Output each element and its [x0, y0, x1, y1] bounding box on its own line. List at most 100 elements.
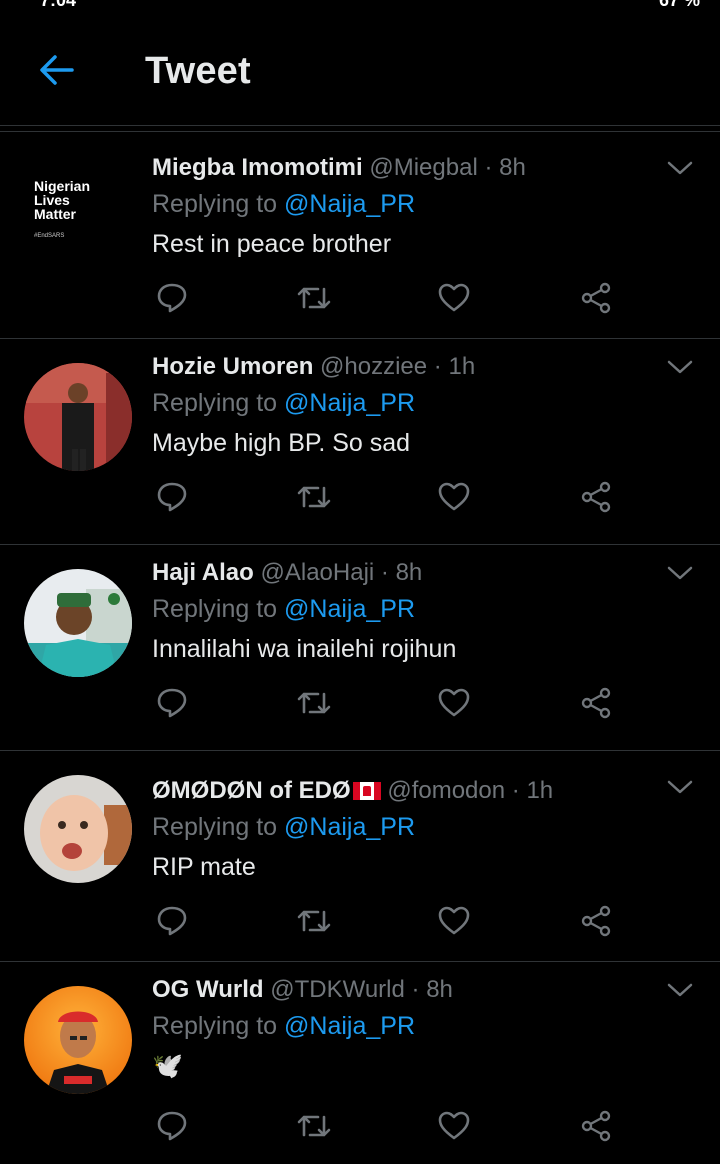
tweet-row[interactable]: Nigerian Lives Matter #EndSARS Miegba Im… — [0, 132, 720, 339]
avatar[interactable]: Nigerian Lives Matter #EndSARS — [24, 176, 124, 246]
share-icon — [581, 282, 611, 314]
divider — [0, 125, 720, 126]
tweet-time: 8h — [426, 976, 453, 1003]
author-handle[interactable]: @Miegbal — [369, 154, 477, 181]
share-icon — [581, 687, 611, 719]
canada-flag-icon — [352, 782, 381, 800]
reply-button[interactable] — [152, 1108, 192, 1144]
reply-icon — [157, 688, 187, 718]
tweet-actions — [152, 685, 632, 721]
heart-icon — [438, 283, 470, 312]
separator-dot: · — [433, 353, 442, 380]
separator-dot: · — [484, 154, 493, 181]
reply-button[interactable] — [152, 479, 192, 515]
replying-to-label: Replying to — [152, 389, 278, 417]
tweet-row[interactable]: Hozie Umoren @hozziee · 1h Replying to @… — [0, 339, 720, 545]
replying-to: Replying to @Naija_PR — [152, 389, 415, 418]
tweet-text: 🕊️ — [152, 1052, 184, 1080]
chevron-down-icon[interactable] — [664, 353, 696, 381]
heart-icon — [438, 688, 470, 717]
mention-link[interactable]: @Naija_PR — [284, 595, 415, 623]
tweet-text: Innalilahi wa inailehi rojihun — [152, 635, 457, 663]
tweet-text: RIP mate — [152, 853, 256, 881]
avatar[interactable] — [24, 363, 132, 471]
reply-icon — [157, 906, 187, 936]
back-button[interactable] — [28, 46, 84, 94]
status-time: 7:04 — [40, 0, 77, 10]
top-header: Tweet — [0, 10, 720, 125]
tweet-row[interactable]: ØMØDØN of EDØ @fomodon · 1h Replying to … — [0, 751, 720, 962]
like-button[interactable] — [434, 280, 474, 316]
reply-button[interactable] — [152, 685, 192, 721]
retweet-button[interactable] — [294, 280, 334, 316]
reply-icon — [157, 283, 187, 313]
avatar-image — [24, 363, 132, 471]
avatar[interactable] — [24, 986, 132, 1094]
tweet-actions — [152, 280, 632, 316]
share-button[interactable] — [576, 280, 616, 316]
tweet-time: 8h — [395, 559, 423, 586]
share-button[interactable] — [576, 1108, 616, 1144]
retweet-button[interactable] — [294, 903, 334, 939]
heart-icon — [438, 482, 470, 511]
avatar-text-line1: Nigerian — [34, 178, 91, 194]
tweet-actions — [152, 903, 632, 939]
author-name[interactable]: Miegba Imomotimi — [152, 154, 363, 181]
reply-icon — [157, 1111, 187, 1141]
like-button[interactable] — [434, 685, 474, 721]
author-handle[interactable]: @fomodon — [387, 777, 505, 804]
replying-to: Replying to @Naija_PR — [152, 813, 415, 842]
reply-button[interactable] — [152, 903, 192, 939]
chevron-down-icon[interactable] — [664, 773, 696, 801]
mention-link[interactable]: @Naija_PR — [284, 813, 415, 841]
retweet-icon — [297, 287, 331, 309]
tweet-header: Miegba Imomotimi @Miegbal · 8h — [152, 154, 652, 182]
mention-link[interactable]: @Naija_PR — [284, 190, 415, 218]
status-battery: 67 % — [658, 0, 700, 10]
author-name[interactable]: Hozie Umoren — [152, 353, 313, 380]
tweet-header: Hozie Umoren @hozziee · 1h — [152, 353, 652, 381]
chevron-down-icon[interactable] — [664, 559, 696, 587]
avatar[interactable] — [24, 569, 132, 677]
author-name[interactable]: OG Wurld — [152, 976, 264, 1003]
chevron-down-icon[interactable] — [664, 154, 696, 182]
mention-link[interactable]: @Naija_PR — [284, 1012, 415, 1040]
author-handle[interactable]: @AlaoHaji — [260, 559, 374, 586]
tweet-text: Maybe high BP. So sad — [152, 429, 411, 457]
tweet-header: OG Wurld @TDKWurld · 8h — [152, 976, 652, 1004]
tweet-time: 1h — [526, 777, 554, 804]
author-handle[interactable]: @TDKWurld — [270, 976, 405, 1003]
reply-icon — [157, 482, 187, 512]
tweet-actions — [152, 1108, 632, 1144]
tweet-header: Haji Alao @AlaoHaji · 8h — [152, 559, 652, 587]
retweet-button[interactable] — [294, 479, 334, 515]
retweet-icon — [297, 1115, 331, 1137]
share-button[interactable] — [576, 685, 616, 721]
mention-link[interactable]: @Naija_PR — [284, 389, 415, 417]
chevron-down-icon[interactable] — [664, 976, 696, 1004]
avatar[interactable] — [24, 775, 132, 883]
share-button[interactable] — [576, 903, 616, 939]
author-handle[interactable]: @hozziee — [320, 353, 427, 380]
retweet-icon — [297, 692, 331, 714]
author-name[interactable]: ØMØDØN of EDØ — [152, 777, 351, 804]
retweet-button[interactable] — [294, 685, 334, 721]
heart-icon — [438, 1111, 470, 1140]
retweet-icon — [297, 486, 331, 508]
like-button[interactable] — [434, 479, 474, 515]
avatar-image — [24, 986, 132, 1094]
retweet-button[interactable] — [294, 1108, 334, 1144]
author-name[interactable]: Haji Alao — [152, 559, 254, 586]
avatar-text-line3: Matter — [34, 206, 77, 222]
page-title: Tweet — [145, 50, 251, 92]
replying-to-label: Replying to — [152, 190, 278, 218]
like-button[interactable] — [434, 1108, 474, 1144]
tweet-row[interactable]: OG Wurld @TDKWurld · 8h Replying to @Nai… — [0, 962, 720, 1164]
replying-to: Replying to @Naija_PR — [152, 190, 415, 219]
replying-to: Replying to @Naija_PR — [152, 1012, 415, 1041]
like-button[interactable] — [434, 903, 474, 939]
share-button[interactable] — [576, 479, 616, 515]
reply-button[interactable] — [152, 280, 192, 316]
tweet-row[interactable]: Haji Alao @AlaoHaji · 8h Replying to @Na… — [0, 545, 720, 751]
replying-to-label: Replying to — [152, 813, 278, 841]
